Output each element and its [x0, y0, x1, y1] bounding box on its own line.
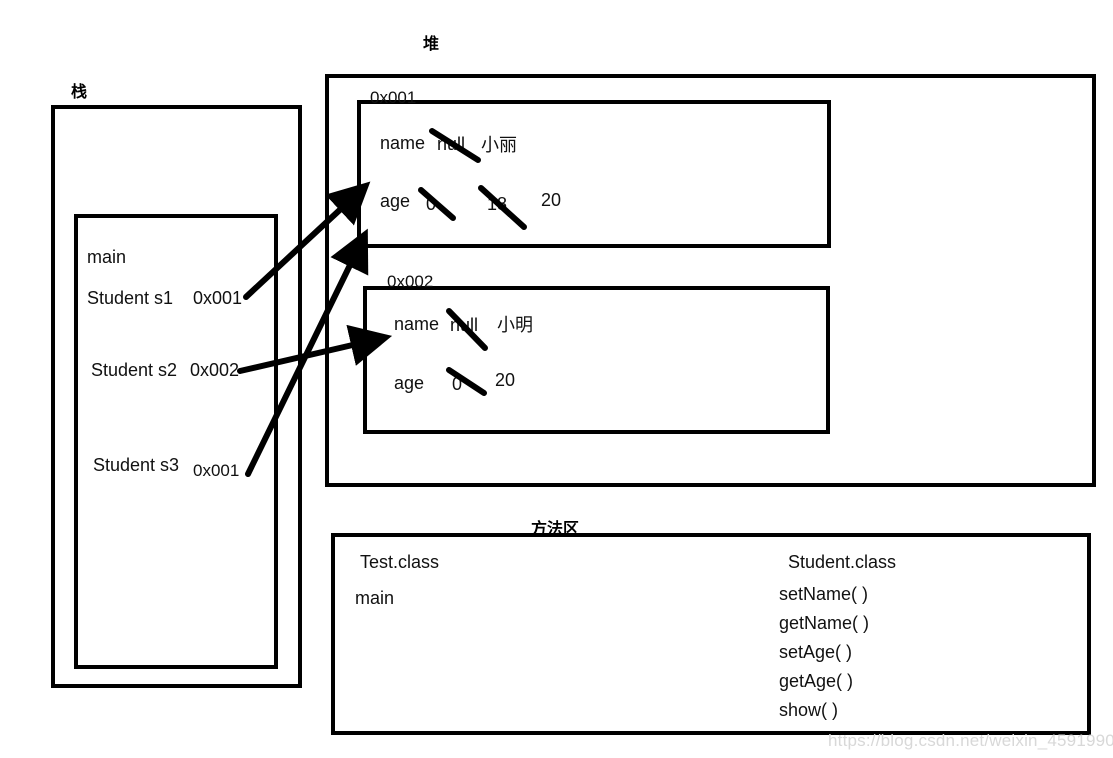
heap-object-1-field-1-name: age — [394, 373, 425, 393]
stack-variable-s2-value: 0x002 — [190, 360, 240, 380]
heap-object-0-field-1-old-value-1: 18 — [487, 194, 508, 214]
heap-object-1-address: 0x002 — [387, 272, 434, 291]
stack-variable-s1-value: 0x001 — [193, 288, 243, 308]
stack-variable-s2-name: Student s2 — [91, 360, 178, 380]
method-area-class-1-member-2: setAge( ) — [779, 642, 853, 662]
stack-variable-s3-value: 0x001 — [193, 461, 240, 480]
method-area-region-box — [331, 533, 1091, 735]
heap-region-title: 堆 — [423, 36, 440, 53]
heap-object-1-box — [363, 286, 830, 434]
jvm-memory-diagram: 栈 main Student s1 0x001 Student s2 0x002… — [0, 0, 1113, 758]
stack-frame-box — [74, 214, 278, 669]
heap-object-1-field-0-current-value: 小明 — [497, 315, 533, 335]
heap-object-1-field-1-old-value-0: 0 — [452, 374, 463, 394]
heap-object-1-field-0-old-value-0: null — [450, 315, 479, 335]
method-area-class-0-member-0: main — [355, 588, 395, 608]
heap-object-1-field-1-current-value: 20 — [495, 370, 516, 390]
method-area-class-1-member-4: show( ) — [779, 700, 839, 720]
stack-region-title: 栈 — [71, 84, 88, 101]
stack-variable-s3-name: Student s3 — [93, 455, 180, 475]
heap-object-0-address: 0x001 — [370, 88, 417, 107]
heap-object-0-field-1-old-value-0: 0 — [426, 194, 437, 214]
heap-object-0-field-1-name: age — [380, 191, 411, 211]
heap-object-0-field-0-current-value: 小丽 — [481, 135, 517, 155]
method-area-class-1-member-3: getAge( ) — [779, 671, 854, 691]
method-area-class-1-member-1: getName( ) — [779, 613, 870, 633]
method-area-class-1-member-0: setName( ) — [779, 584, 869, 604]
method-area-class-1-name: Student.class — [788, 552, 897, 572]
heap-object-0-box — [357, 100, 831, 248]
method-area-class-0-name: Test.class — [360, 552, 440, 572]
stack-variable-s1-name: Student s1 — [87, 288, 174, 308]
heap-object-0-field-1-current-value: 20 — [541, 190, 562, 210]
heap-object-0-field-0-old-value-0: null — [437, 134, 466, 154]
heap-object-0-field-0-name: name — [380, 133, 426, 153]
watermark-text: https://blog.csdn.net/weixin_45919908 — [828, 731, 1113, 750]
stack-frame-label: main — [87, 247, 127, 267]
heap-object-1-field-0-name: name — [394, 314, 440, 334]
